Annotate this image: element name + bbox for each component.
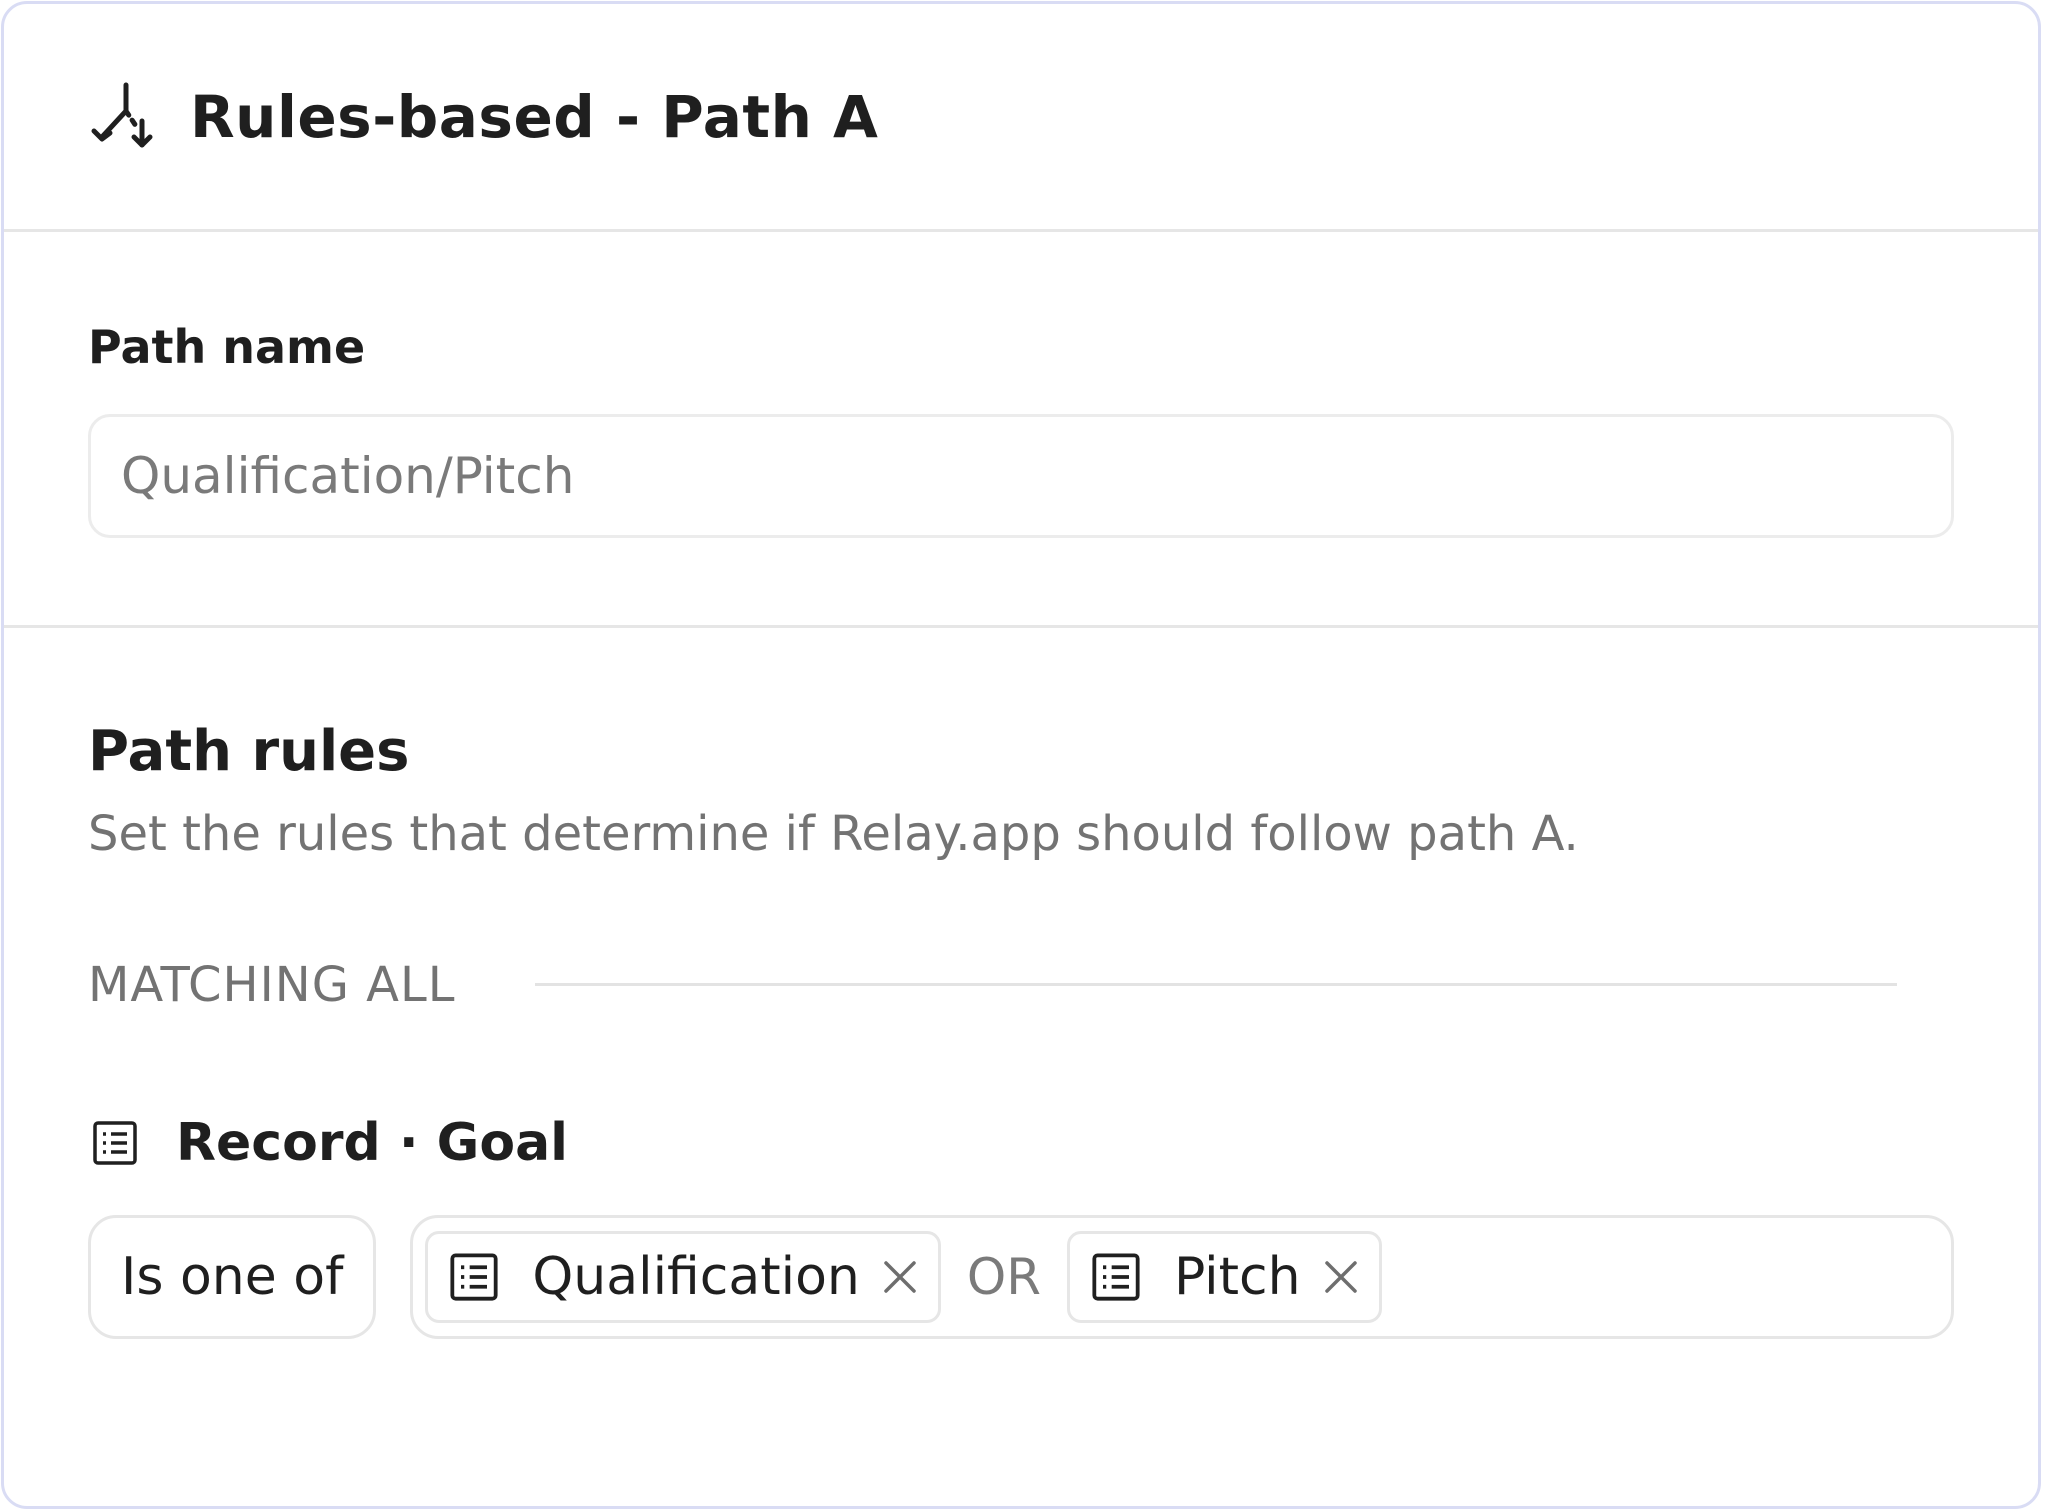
- path-name-input[interactable]: Qualification/Pitch: [88, 414, 1954, 538]
- matching-mode-row: MATCHING ALL: [88, 957, 1954, 1013]
- path-rules-section: Path rules Set the rules that determine …: [4, 628, 2038, 1339]
- path-settings-panel: Rules-based - Path A Path name Qualifica…: [1, 1, 2041, 1509]
- or-joiner: OR: [966, 1247, 1041, 1306]
- operator-select[interactable]: Is one of: [88, 1214, 377, 1339]
- value-chip-label: Pitch: [1173, 1246, 1301, 1307]
- path-rules-description: Set the rules that determine if Relay.ap…: [88, 806, 1579, 862]
- rule-field-label: Record · Goal: [176, 1112, 569, 1173]
- list-icon: [1088, 1249, 1144, 1305]
- panel-title: Rules-based - Path A: [190, 82, 879, 151]
- list-icon: [88, 1116, 142, 1170]
- rule-condition-row: Is one of Qualification OR Pitch: [88, 1214, 1954, 1339]
- path-name-section: Path name Qualification/Pitch: [4, 232, 2038, 628]
- path-name-label: Path name: [88, 320, 366, 374]
- path-name-placeholder: Qualification/Pitch: [121, 447, 575, 505]
- matching-divider: [535, 983, 1898, 987]
- operator-label: Is one of: [121, 1246, 344, 1307]
- value-chip[interactable]: Pitch: [1066, 1230, 1382, 1323]
- path-rules-title: Path rules: [88, 719, 410, 784]
- panel-header: Rules-based - Path A: [4, 4, 2038, 232]
- value-chip-label: Qualification: [532, 1246, 860, 1307]
- remove-chip-icon[interactable]: [880, 1257, 920, 1297]
- matching-mode-label[interactable]: MATCHING ALL: [88, 957, 455, 1013]
- value-chip[interactable]: Qualification: [425, 1230, 941, 1323]
- list-icon: [446, 1249, 502, 1305]
- remove-chip-icon[interactable]: [1321, 1257, 1361, 1297]
- values-input[interactable]: Qualification OR Pitch: [410, 1214, 1954, 1339]
- rule-field[interactable]: Record · Goal: [88, 1113, 1954, 1173]
- path-split-icon: [90, 81, 162, 153]
